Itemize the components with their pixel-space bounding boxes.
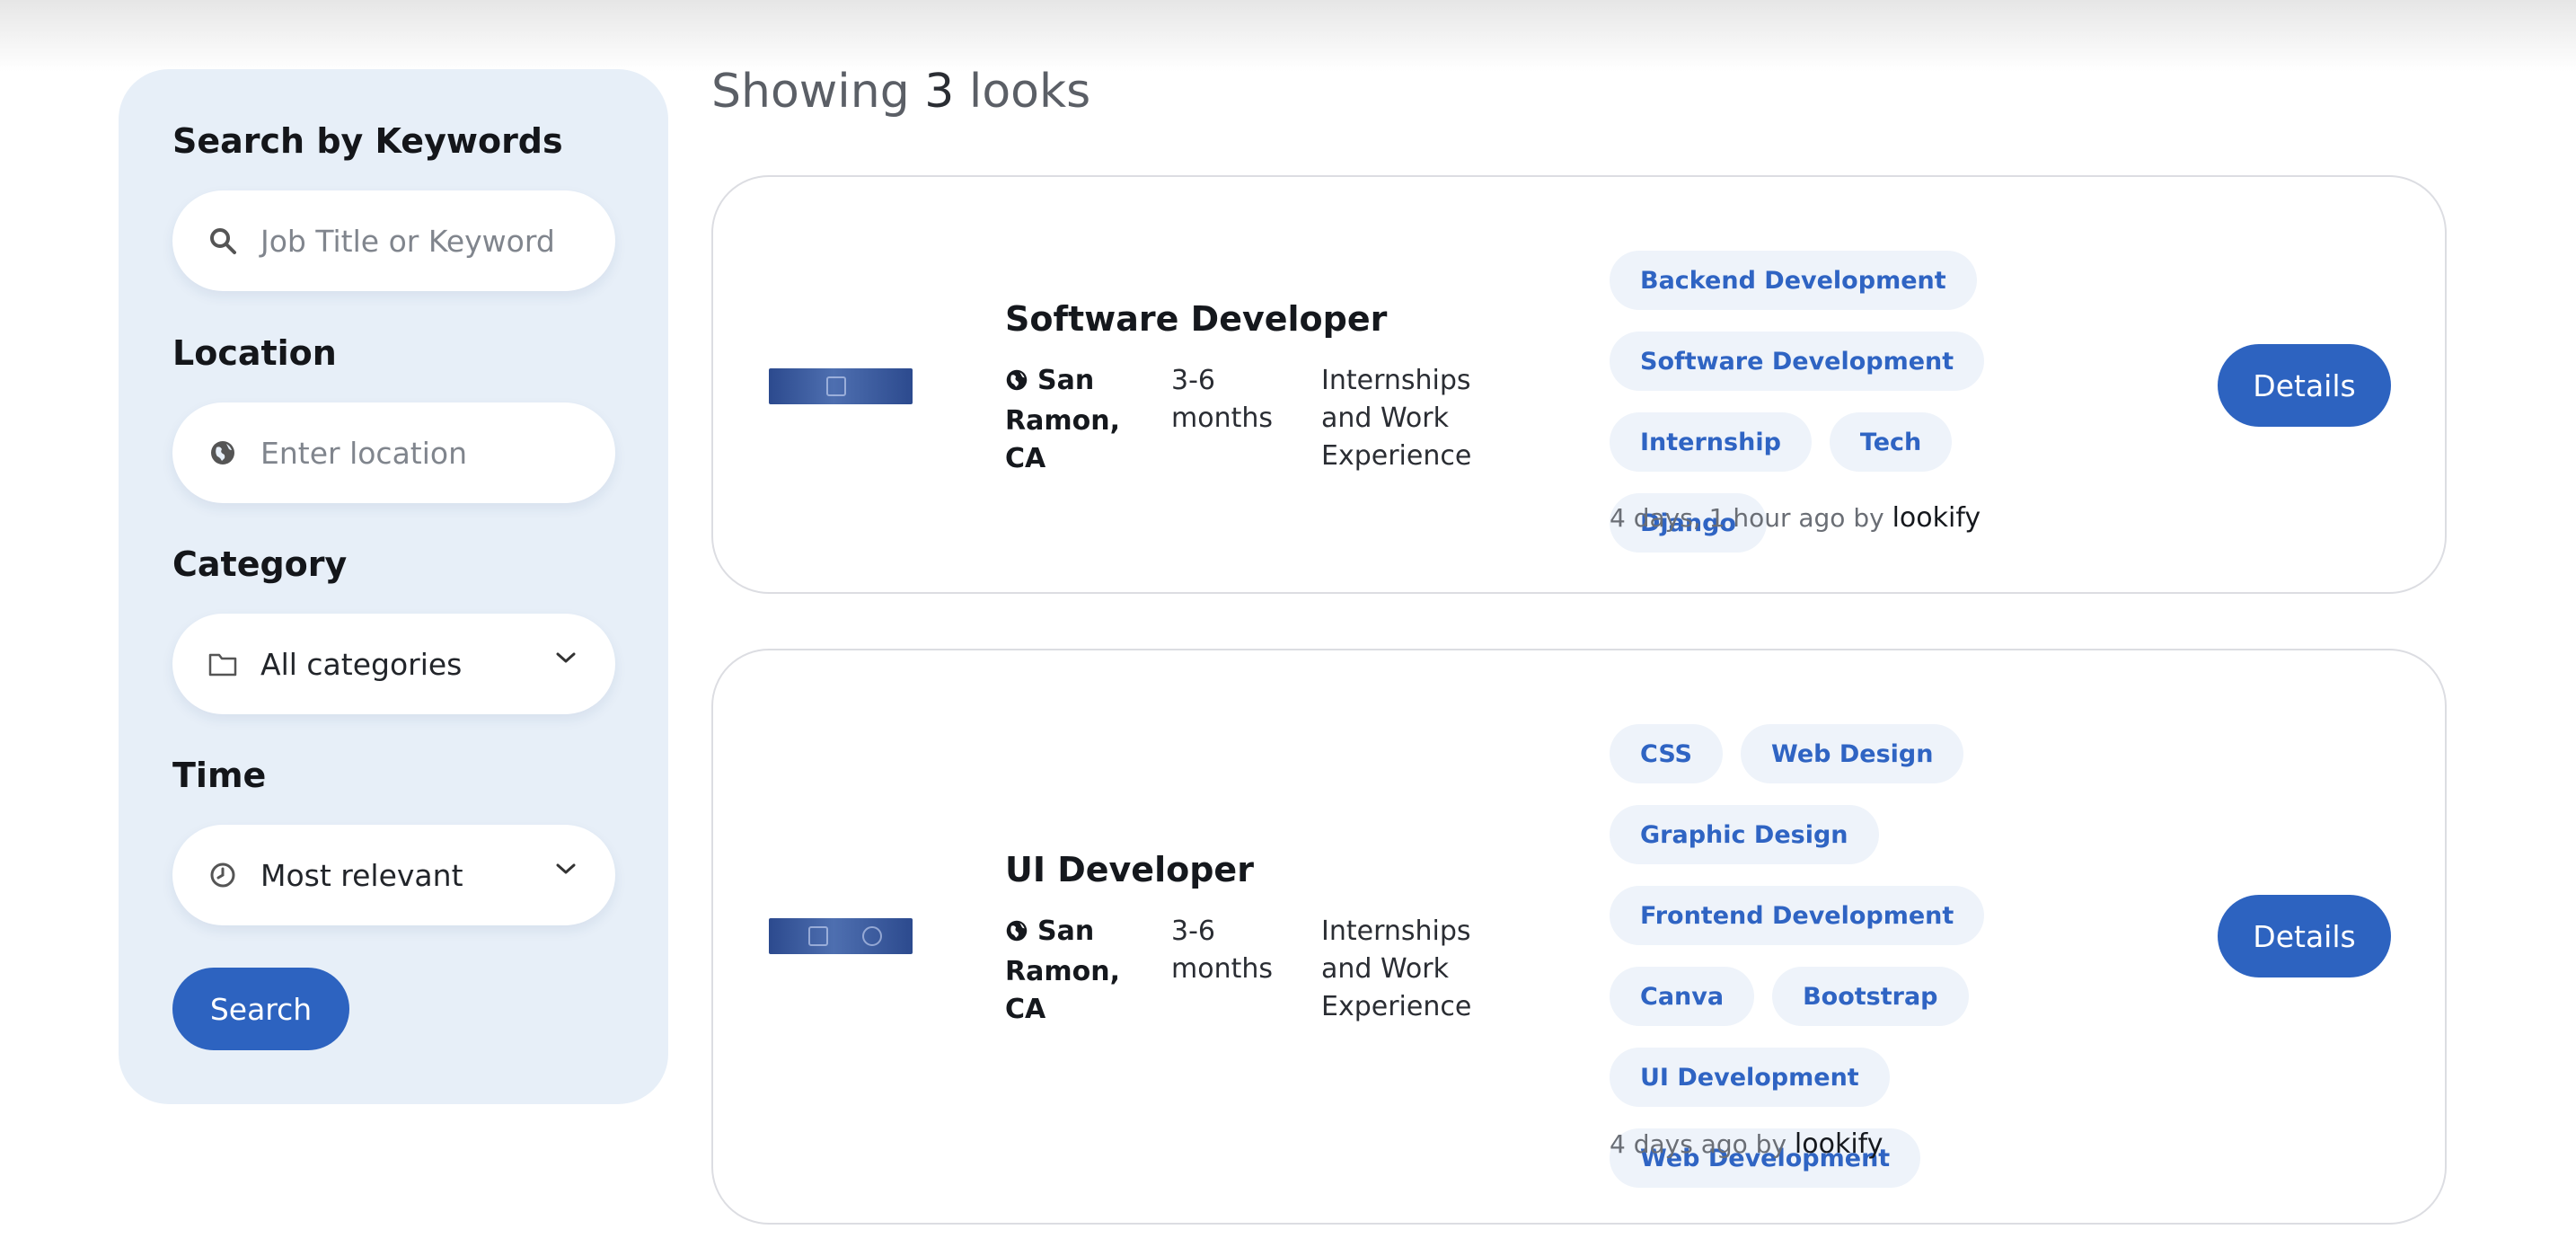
posted-info: 4 days ago by lookify	[1610, 1128, 1883, 1160]
author-link[interactable]: lookify	[1892, 502, 1981, 534]
clock-icon	[207, 859, 239, 891]
category-value: All categories	[260, 646, 463, 682]
job-location: San Ramon, CA	[1005, 362, 1149, 478]
results-number: 3	[924, 65, 955, 119]
job-location: San Ramon, CA	[1005, 913, 1149, 1029]
search-icon	[207, 225, 239, 257]
job-duration: 3-6 months	[1171, 915, 1273, 985]
globe-icon	[1005, 915, 1028, 953]
details-button[interactable]: Details	[2218, 344, 2391, 427]
keywords-placeholder: Job Title or Keyword	[260, 223, 555, 259]
search-button[interactable]: Search	[172, 968, 349, 1050]
tag[interactable]: Web Design	[1741, 724, 1964, 783]
tag[interactable]: UI Development	[1610, 1048, 1890, 1107]
job-thumbnail	[769, 368, 913, 404]
tag[interactable]: Internship	[1610, 412, 1812, 472]
network-icon	[862, 926, 882, 946]
laptop-icon	[826, 376, 846, 396]
posted-info: 4 days, 1 hour ago by lookify	[1610, 502, 1981, 534]
chevron-down-icon	[554, 861, 578, 880]
folder-icon	[207, 648, 239, 680]
job-title[interactable]: UI Developer	[1005, 850, 1254, 889]
tag[interactable]: Tech	[1829, 412, 1953, 472]
category-select[interactable]: All categories	[172, 614, 615, 714]
globe-icon	[1005, 365, 1028, 402]
author-link[interactable]: lookify	[1795, 1128, 1883, 1160]
tag[interactable]: CSS	[1610, 724, 1723, 783]
chart-icon	[808, 926, 828, 946]
job-card: Software Developer San Ramon, CA 3-6 mon…	[711, 175, 2447, 594]
posted-time: 4 days, 1 hour ago by	[1610, 503, 1884, 533]
tag[interactable]: Software Development	[1610, 332, 1985, 391]
job-thumbnail	[769, 918, 913, 954]
posted-time: 4 days ago by	[1610, 1129, 1787, 1159]
time-label: Time	[172, 756, 267, 795]
time-select[interactable]: Most relevant	[172, 825, 615, 925]
chevron-down-icon	[554, 650, 578, 669]
details-button[interactable]: Details	[2218, 895, 2391, 977]
time-value: Most relevant	[260, 857, 463, 893]
filter-sidebar: Search by Keywords Job Title or Keyword …	[119, 69, 668, 1104]
results-prefix: Showing	[711, 65, 910, 119]
category-label: Category	[172, 544, 348, 584]
location-input[interactable]: Enter location	[172, 402, 615, 503]
job-title[interactable]: Software Developer	[1005, 299, 1387, 339]
header-shadow	[0, 0, 2576, 72]
tag[interactable]: Backend Development	[1610, 251, 1977, 310]
job-tags: CSS Web Design Graphic Design Frontend D…	[1610, 724, 2130, 1188]
job-type: Internships and Work Experience	[1321, 365, 1472, 472]
job-duration: 3-6 months	[1171, 365, 1273, 434]
job-type: Internships and Work Experience	[1321, 915, 1472, 1022]
tag[interactable]: Frontend Development	[1610, 886, 1985, 945]
tag[interactable]: Canva	[1610, 967, 1755, 1026]
location-label: Location	[172, 333, 337, 373]
keywords-input[interactable]: Job Title or Keyword	[172, 190, 615, 291]
tag[interactable]: Graphic Design	[1610, 805, 1879, 864]
globe-icon	[207, 437, 239, 469]
results-suffix: looks	[968, 65, 1091, 119]
results-count: Showing 3 looks	[711, 65, 1090, 119]
location-placeholder: Enter location	[260, 435, 468, 471]
job-card: UI Developer San Ramon, CA 3-6 months In…	[711, 649, 2447, 1225]
keywords-label: Search by Keywords	[172, 121, 563, 161]
tag[interactable]: Bootstrap	[1772, 967, 1969, 1026]
